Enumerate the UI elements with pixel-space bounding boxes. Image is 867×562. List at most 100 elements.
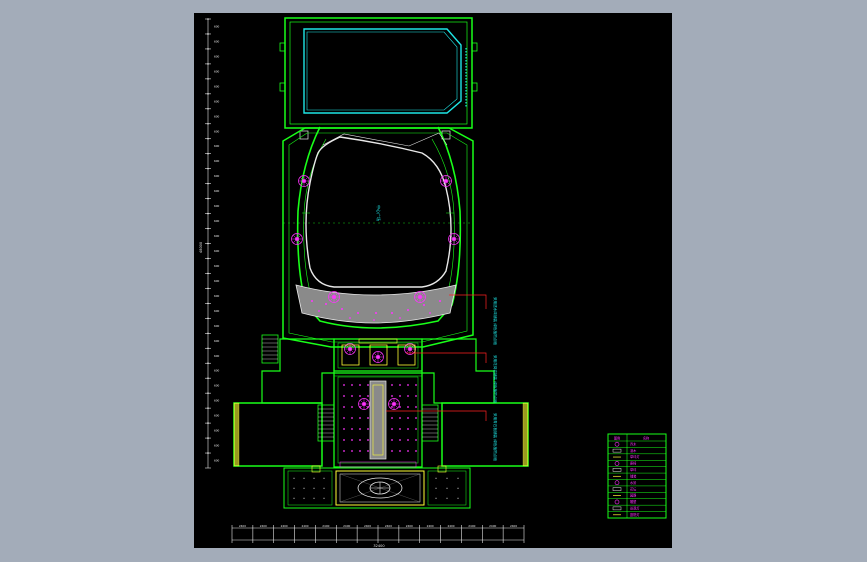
vertical-dimension-label: 600: [214, 279, 220, 283]
east-wing[interactable]: [421, 402, 529, 467]
annotation-note-2: 采用花岗岩铺装 绿色植物点缀: [493, 355, 498, 403]
vertical-dimension-label: 600: [214, 69, 220, 73]
vertical-dimension-label: 600: [214, 369, 220, 373]
annotation-note-1: 采用透水砖铺装 绿色植物点缀: [493, 297, 498, 345]
horizontal-dimension-label: 2400: [260, 524, 267, 528]
tree-icon: [291, 233, 303, 245]
vertical-dimension-label: 600: [214, 294, 220, 298]
vertical-dimension-label: 600: [214, 429, 220, 433]
tree-icon: [440, 175, 452, 187]
vertical-dimension-label: 600: [214, 84, 220, 88]
horizontal-dimension-label: 2400: [510, 524, 517, 528]
horizontal-dimension-label: 2400: [364, 524, 371, 528]
legend-row-label: 乔木: [630, 441, 637, 446]
vertical-dimension-label: 600: [214, 189, 220, 193]
west-wing[interactable]: [233, 402, 335, 467]
legend-row-label: 园路: [630, 493, 637, 498]
side-stair-left: [261, 334, 279, 364]
lamp-glyph: +: [293, 486, 296, 490]
lamp-glyph: +: [435, 486, 438, 490]
vertical-dimension-label: 600: [214, 219, 220, 223]
stage-building[interactable]: [279, 17, 478, 140]
legend-row-label: 草坪: [630, 467, 637, 472]
lamp-glyph: +: [457, 486, 460, 490]
vertical-dimension-label: 600: [214, 144, 220, 148]
vertical-dimension-label: 600: [214, 414, 220, 418]
horizontal-dimension-label: 2400: [427, 524, 434, 528]
horizontal-dimension-label: 2400: [322, 524, 329, 528]
vertical-dimension-label: 600: [214, 339, 220, 343]
lamp-glyph: +: [435, 476, 438, 480]
vertical-dimension-label: 600: [214, 384, 220, 388]
horizontal-dimension-ruler: [231, 525, 525, 543]
shrub-icon: [612, 448, 622, 453]
lamp-glyph: +: [313, 496, 316, 500]
lamp-glyph: +: [446, 486, 449, 490]
horizontal-dimension-label: 2400: [406, 524, 413, 528]
tree-icon: [414, 291, 426, 303]
vertical-dimension-label: 600: [214, 129, 220, 133]
legend-row-label: 草坪灯: [630, 454, 640, 459]
lamp-glyph: +: [303, 476, 306, 480]
arena-label: 中心广场: [376, 205, 382, 221]
grass-icon: [612, 468, 622, 472]
horizontal-dimension-label: 2400: [385, 524, 392, 528]
lamp-glyph: +: [457, 476, 460, 480]
vertical-dimension-label: 600: [214, 159, 220, 163]
legend-row-label: 庭院灯: [630, 512, 640, 517]
sculpture-icon: [614, 499, 620, 505]
horizontal-dimension-label: 2400: [239, 524, 246, 528]
legend-header-icon: 图例: [614, 436, 620, 441]
cad-viewer[interactable]: 600 600 600 600 600 600 600 600 600 600 600 600 600 6…: [0, 0, 867, 562]
legend-row-label: 雕塑: [630, 499, 637, 504]
vertical-dimension-label: 600: [214, 309, 220, 313]
legend-header-name: 名称: [643, 436, 650, 441]
vertical-dimension-label: 600: [214, 234, 220, 238]
lamp-glyph: +: [446, 496, 449, 500]
tree-icon: [298, 175, 310, 187]
lamp-glyph: +: [323, 476, 326, 480]
legend-row-label: 铺装: [630, 473, 637, 478]
legend-row-label: 座椅: [630, 461, 637, 466]
water-icon: [614, 480, 620, 486]
bench-icon: [614, 461, 620, 466]
arena[interactable]: 中心广场: [282, 126, 474, 348]
lamp-glyph: +: [303, 496, 306, 500]
vertical-dimension-label: 600: [214, 174, 220, 178]
lamp-glyph: +: [313, 476, 316, 480]
vertical-dimension-label: 600: [214, 39, 220, 43]
lamp-glyph: +: [293, 496, 296, 500]
light-icon: [612, 506, 622, 511]
vertical-dimension-label: 600: [214, 24, 220, 28]
total-width-label: 32400: [373, 544, 384, 548]
horizontal-dimension-label: 2400: [489, 524, 496, 528]
tree-icon: [448, 233, 460, 245]
vertical-dimension-label: 600: [214, 249, 220, 253]
vertical-dimension-label: 600: [214, 324, 220, 328]
lamp-glyph: +: [435, 496, 438, 500]
horizontal-dimension-label: 2400: [343, 524, 350, 528]
lamp-glyph: +: [313, 486, 316, 490]
flower-icon: [612, 487, 622, 491]
lamp-glyph: +: [303, 486, 306, 490]
vertical-dimension-label: 600: [214, 354, 220, 358]
horizontal-dimension-label: 2400: [301, 524, 308, 528]
legend-row-label: 景观灯: [630, 506, 640, 511]
tree-icon: [388, 398, 400, 410]
site-plan: 600 600 600 600 600 600 600 600 600 600 600 600 600 6…: [199, 17, 667, 548]
vertical-dimension-label: 600: [214, 444, 220, 448]
vertical-dimension-labels: 600 600 600 600 600 600 600 600 600 600 600 600 600 6…: [214, 24, 220, 462]
horizontal-dimension-label: 2400: [281, 524, 288, 528]
vertical-dimension-label: 600: [214, 264, 220, 268]
entrance-plaza[interactable]: [283, 461, 471, 509]
vertical-dimension-label: 600: [214, 54, 220, 58]
legend-row-label: 水景: [630, 480, 636, 485]
drawing-sheet[interactable]: 600 600 600 600 600 600 600 600 600 600 600 600 600 6…: [194, 13, 672, 548]
vertical-dimension-label: 600: [214, 204, 220, 208]
lamp-glyph: +: [323, 496, 326, 500]
vertical-dimension-label: 600: [214, 114, 220, 118]
legend-table[interactable]: 图例 名称 乔木灌木草坪灯座椅草坪铺装水景花坛园路雕塑景观灯庭院灯: [607, 433, 667, 519]
lamp-glyph: +: [293, 476, 296, 480]
tree-icon: [614, 441, 620, 447]
annotation-texts: 采用透水砖铺装 绿色植物点缀 采用花岗岩铺装 绿色植物点缀 采用青石板铺装 绿色…: [493, 297, 498, 461]
